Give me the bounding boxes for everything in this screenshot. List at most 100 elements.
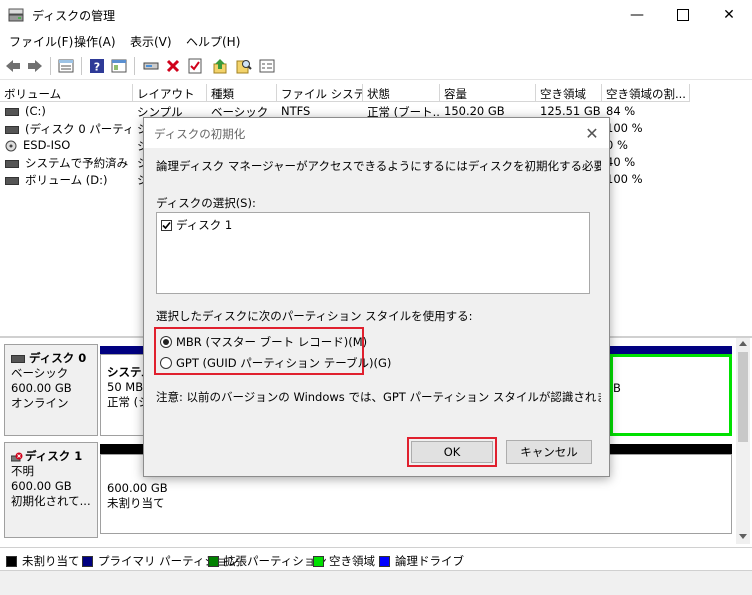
partition-status: 未割り当て xyxy=(107,496,165,510)
scroll-up-icon[interactable] xyxy=(739,341,747,346)
dialog-title: ディスクの初期化 xyxy=(154,127,246,141)
legend-item: 未割り当て xyxy=(6,553,80,569)
disk-icon xyxy=(11,354,25,363)
maximize-button[interactable] xyxy=(660,0,706,30)
disk-0-partition-right[interactable]: B xyxy=(610,354,732,436)
toolbar: ? xyxy=(0,52,752,80)
back-icon[interactable] xyxy=(4,57,22,75)
volume-icon xyxy=(5,176,19,185)
free-percent-cell: 40 % xyxy=(606,155,636,169)
vertical-scrollbar[interactable] xyxy=(736,338,750,544)
legend-item: 空き領域 xyxy=(313,553,375,569)
partition-status: 正常 (シ xyxy=(107,395,145,409)
legend-item: 論理ドライブ xyxy=(379,553,464,569)
disk-size: 600.00 GB xyxy=(11,381,72,395)
disk-0-partition[interactable]: システム 50 MB 正常 (シ xyxy=(100,354,145,436)
legend-item: 拡張パーティション xyxy=(208,553,327,569)
toolbar-separator xyxy=(134,57,135,75)
column-header-free-space[interactable]: 空き領域 xyxy=(536,84,602,102)
filesystem-cell: NTFS xyxy=(281,104,311,118)
volume-cell: システムで予約済み xyxy=(5,155,131,171)
scroll-down-icon[interactable] xyxy=(739,534,747,539)
properties-icon[interactable] xyxy=(110,57,128,75)
cancel-button[interactable]: キャンセル xyxy=(506,440,592,464)
menu-bar: ファイル(F) 操作(A) 表示(V) ヘルプ(H) xyxy=(0,30,752,52)
menu-help[interactable]: ヘルプ(H) xyxy=(186,33,240,50)
check-icon[interactable] xyxy=(186,57,204,75)
menu-view[interactable]: 表示(V) xyxy=(130,33,172,50)
disk-type: ベーシック xyxy=(11,366,69,380)
connect-icon[interactable] xyxy=(142,57,160,75)
scroll-thumb[interactable] xyxy=(738,352,748,442)
volume-cell: (C:) xyxy=(5,104,131,118)
disk-0-label[interactable]: ディスク 0 ベーシック 600.00 GB オンライン xyxy=(4,344,98,436)
disk-1-label[interactable]: ディスク 1 不明 600.00 GB 初期化されて... xyxy=(4,442,98,538)
menu-action[interactable]: 操作(A) xyxy=(74,33,116,50)
legend-swatch xyxy=(379,555,390,567)
gpt-radio[interactable] xyxy=(160,357,172,369)
partition-size: 600.00 GB xyxy=(107,481,168,495)
mbr-label: MBR (マスター ブート レコード)(M) xyxy=(176,335,368,349)
capacity-cell: 150.20 GB xyxy=(444,104,505,118)
close-icon: ✕ xyxy=(585,123,599,143)
forward-icon[interactable] xyxy=(26,57,44,75)
disk-size: 600.00 GB xyxy=(11,479,72,493)
up-icon[interactable] xyxy=(211,57,229,75)
menu-file[interactable]: ファイル(F) xyxy=(9,33,73,50)
disk-type: 不明 xyxy=(11,464,34,478)
dialog-description: 論理ディスク マネージャーがアクセスできるようにするにはディスクを初期化する必要… xyxy=(156,159,601,173)
disk-select-list[interactable]: ディスク 1 xyxy=(156,212,590,294)
maximize-icon xyxy=(677,9,689,21)
free-percent-cell: 100 % xyxy=(606,172,643,186)
disk-error-icon xyxy=(11,452,23,461)
legend-swatch xyxy=(6,555,17,567)
column-header-layout[interactable]: レイアウト xyxy=(133,84,207,102)
free-space-cell: 125.51 GB xyxy=(540,104,601,118)
gpt-label: GPT (GUID パーティション テーブル)(G) xyxy=(176,356,392,370)
partition-size: 50 MB xyxy=(107,380,144,394)
volume-list-icon[interactable] xyxy=(57,57,75,75)
ok-button[interactable]: OK xyxy=(411,441,493,463)
column-header-filesystem[interactable]: ファイル システム xyxy=(277,84,363,102)
disk-management-app-icon xyxy=(8,8,24,22)
list-item[interactable]: ディスク 1 xyxy=(161,217,232,233)
gpt-option[interactable]: GPT (GUID パーティション テーブル)(G) xyxy=(160,355,391,371)
disk-status: オンライン xyxy=(11,396,69,410)
column-header-status[interactable]: 状態 xyxy=(363,84,440,102)
disk-name: ディスク 0 xyxy=(29,351,87,365)
volume-cell: ESD-ISO xyxy=(5,138,131,152)
disk-name: ディスク 1 xyxy=(25,449,83,463)
minimize-button[interactable]: — xyxy=(614,0,660,30)
minimize-icon: — xyxy=(630,7,644,23)
partition-bar-primary xyxy=(610,346,732,354)
partition-name: システム xyxy=(107,365,145,379)
dialog-close-button[interactable]: ✕ xyxy=(580,122,604,144)
status-bar xyxy=(0,570,752,595)
window-icon[interactable] xyxy=(258,57,276,75)
title-bar: ディスクの管理 — ✕ xyxy=(0,0,752,30)
free-percent-cell: 100 % xyxy=(606,121,643,135)
legend-swatch xyxy=(313,555,324,567)
column-header-type[interactable]: 種類 xyxy=(207,84,277,102)
mbr-radio[interactable] xyxy=(160,336,172,348)
legend-swatch xyxy=(82,555,93,567)
column-header-volume[interactable]: ボリューム xyxy=(0,84,133,102)
delete-icon[interactable] xyxy=(164,57,182,75)
svg-text:?: ? xyxy=(94,61,100,74)
close-icon: ✕ xyxy=(723,7,735,23)
mbr-option[interactable]: MBR (マスター ブート レコード)(M) xyxy=(160,334,367,350)
disk-item-label: ディスク 1 xyxy=(176,218,233,232)
close-button[interactable]: ✕ xyxy=(706,0,752,30)
help-icon[interactable]: ? xyxy=(88,57,106,75)
free-percent-cell: 0 % xyxy=(606,138,628,152)
column-header-capacity[interactable]: 容量 xyxy=(440,84,536,102)
column-header-free-percent[interactable]: 空き領域の割... xyxy=(602,84,690,102)
disk-checkbox[interactable] xyxy=(161,219,172,231)
check-icon xyxy=(162,221,171,229)
partition-size-fragment: B xyxy=(613,381,621,395)
window-title: ディスクの管理 xyxy=(32,9,116,23)
volume-cell: (ディスク 0 パーティシ... xyxy=(5,121,131,137)
search-icon[interactable] xyxy=(235,57,253,75)
volume-icon xyxy=(5,159,19,168)
dialog-note: 注意: 以前のバージョンの Windows では、GPT パーティション スタイ… xyxy=(156,390,601,404)
